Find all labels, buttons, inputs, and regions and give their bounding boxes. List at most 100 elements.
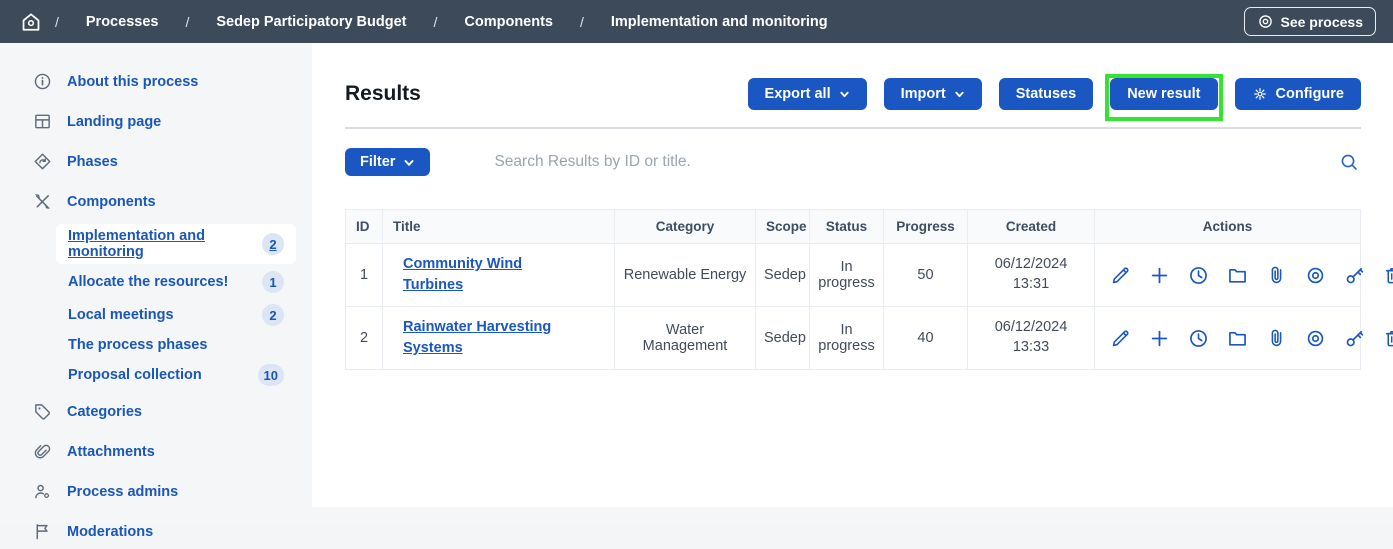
created-date: 06/12/2024 — [976, 318, 1086, 338]
delete-icon[interactable] — [1376, 328, 1393, 349]
breadcrumb-item-processes[interactable]: Processes — [86, 14, 159, 30]
header-divider — [345, 127, 1361, 129]
sidebar-subitem-local-meetings[interactable]: Local meetings 2 — [56, 300, 296, 330]
result-status: In progress — [810, 244, 884, 307]
edit-icon[interactable] — [1103, 265, 1138, 286]
edit-icon[interactable] — [1103, 328, 1138, 349]
breadcrumb-separator: / — [185, 14, 189, 30]
result-title-link[interactable]: Community Wind Turbines — [403, 254, 585, 296]
sidebar-item-phases[interactable]: Phases — [0, 144, 312, 179]
created-time: 13:33 — [976, 338, 1086, 358]
chevron-down-icon — [954, 89, 965, 100]
chevron-down-icon — [403, 157, 415, 169]
layout-icon — [33, 112, 52, 131]
result-category: Renewable Energy — [615, 244, 756, 307]
count-badge: 2 — [262, 304, 284, 326]
see-process-button[interactable]: See process — [1244, 7, 1377, 36]
chevron-down-icon — [839, 89, 850, 100]
sidebar-subitem-proposal-collection[interactable]: Proposal collection 10 — [56, 360, 296, 390]
sidebar-subitem-implementation-monitoring[interactable]: Implementation and monitoring 2 — [56, 224, 296, 264]
sidebar-item-process-admins[interactable]: Process admins — [0, 474, 312, 509]
permissions-icon[interactable] — [1337, 265, 1372, 286]
sidebar-item-about[interactable]: About this process — [0, 64, 312, 99]
table-row: 1 Community Wind Turbines Renewable Ener… — [346, 244, 1361, 307]
sidebar-item-label: Landing page — [67, 114, 161, 130]
breadcrumb-bar: / Processes / Sedep Participatory Budget… — [0, 0, 1393, 43]
attachment-icon[interactable] — [1259, 328, 1294, 349]
new-result-label: New result — [1127, 86, 1200, 102]
filter-label: Filter — [360, 154, 395, 170]
sidebar-subitem-allocate-resources[interactable]: Allocate the resources! 1 — [56, 267, 296, 297]
folder-icon[interactable] — [1220, 265, 1255, 286]
result-created: 06/12/2024 13:31 — [968, 244, 1095, 307]
sidebar-subitem-process-phases[interactable]: The process phases — [56, 333, 296, 357]
breadcrumb-separator: / — [55, 14, 59, 30]
table-header-row: ID Title Category Scope Status Progress … — [346, 210, 1361, 244]
result-created: 06/12/2024 13:33 — [968, 307, 1095, 370]
breadcrumb: / Processes / Sedep Participatory Budget… — [55, 14, 855, 30]
sidebar-item-label: Phases — [67, 154, 118, 170]
sidebar-item-label: Categories — [67, 404, 142, 420]
result-scope: Sedep — [756, 244, 810, 307]
result-category: Water Management — [615, 307, 756, 370]
configure-button[interactable]: Configure — [1235, 78, 1361, 110]
breadcrumb-item-current[interactable]: Implementation and monitoring — [611, 14, 828, 30]
import-label: Import — [901, 86, 946, 102]
sidebar-item-label: Components — [67, 194, 156, 210]
sidebar-item-components[interactable]: Components — [0, 184, 312, 219]
created-time: 13:31 — [976, 275, 1086, 295]
export-all-button[interactable]: Export all — [748, 78, 867, 110]
subitem-label: Implementation and monitoring — [68, 228, 262, 260]
import-button[interactable]: Import — [884, 78, 982, 110]
subitem-label: Allocate the resources! — [68, 274, 228, 290]
table-row: 2 Rainwater Harvesting Systems Water Man… — [346, 307, 1361, 370]
permissions-icon[interactable] — [1337, 328, 1372, 349]
see-process-label: See process — [1281, 14, 1364, 30]
sidebar-item-moderations[interactable]: Moderations — [0, 514, 312, 549]
sidebar-item-attachments[interactable]: Attachments — [0, 434, 312, 469]
info-icon — [33, 72, 52, 91]
preview-icon[interactable] — [1298, 328, 1333, 349]
new-result-button[interactable]: New result — [1110, 78, 1217, 110]
eye-icon — [1257, 13, 1274, 30]
configure-label: Configure — [1276, 86, 1344, 102]
result-id: 1 — [346, 244, 383, 307]
col-header-scope: Scope — [756, 210, 810, 244]
toolbar: Export all Import Statuses New result — [748, 78, 1361, 110]
sidebar-item-label: Attachments — [67, 444, 155, 460]
attachment-icon[interactable] — [1259, 265, 1294, 286]
clock-icon[interactable] — [1181, 328, 1216, 349]
search-icon[interactable] — [1337, 150, 1361, 174]
user-gear-icon — [33, 482, 52, 501]
breadcrumb-item-process[interactable]: Sedep Participatory Budget — [216, 14, 406, 30]
breadcrumb-item-components[interactable]: Components — [464, 14, 553, 30]
sidebar-item-categories[interactable]: Categories — [0, 394, 312, 429]
result-title-link[interactable]: Rainwater Harvesting Systems — [403, 317, 585, 359]
preview-icon[interactable] — [1298, 265, 1333, 286]
result-status: In progress — [810, 307, 884, 370]
plus-icon[interactable] — [1142, 328, 1177, 349]
gear-icon — [1252, 86, 1268, 102]
filter-button[interactable]: Filter — [345, 148, 430, 176]
subitem-label: The process phases — [68, 337, 207, 353]
highlight-annotation: New result — [1110, 78, 1217, 110]
subitem-label: Local meetings — [68, 307, 174, 323]
search-input[interactable] — [494, 153, 1337, 171]
col-header-actions: Actions — [1095, 210, 1361, 244]
clock-icon[interactable] — [1181, 265, 1216, 286]
sidebar-item-landing-page[interactable]: Landing page — [0, 104, 312, 139]
breadcrumb-separator: / — [434, 14, 438, 30]
created-date: 06/12/2024 — [976, 255, 1086, 275]
plus-icon[interactable] — [1142, 265, 1177, 286]
statuses-label: Statuses — [1016, 86, 1076, 102]
breadcrumb-separator: / — [580, 14, 584, 30]
statuses-button[interactable]: Statuses — [999, 78, 1093, 110]
delete-icon[interactable] — [1376, 265, 1393, 286]
col-header-status: Status — [810, 210, 884, 244]
count-badge: 10 — [258, 364, 284, 386]
folder-icon[interactable] — [1220, 328, 1255, 349]
home-icon[interactable] — [17, 8, 45, 36]
components-sub-list: Implementation and monitoring 2 Allocate… — [56, 224, 296, 390]
export-all-label: Export all — [765, 86, 831, 102]
tag-icon — [33, 402, 52, 421]
